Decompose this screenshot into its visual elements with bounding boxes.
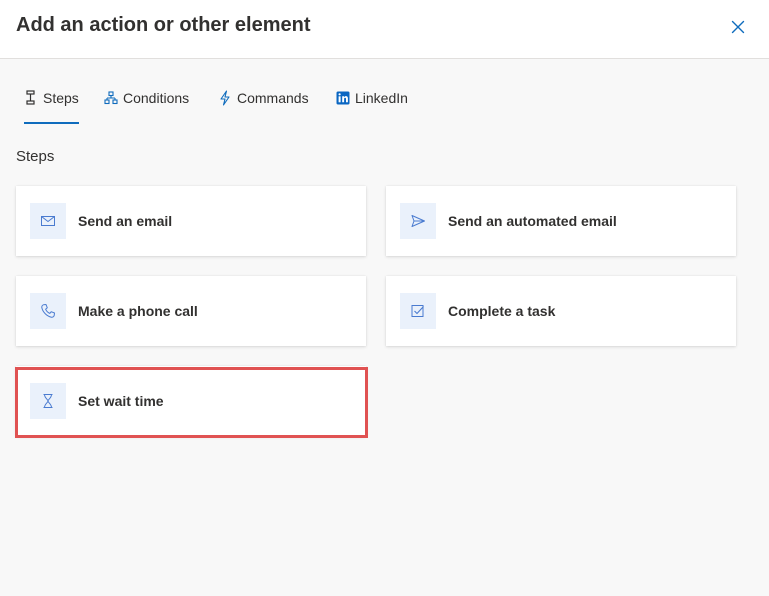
task-checkbox-icon [400,293,436,329]
hourglass-icon [30,383,66,419]
dialog-title: Add an action or other element [16,14,311,36]
tab-steps-label: Steps [43,90,79,106]
card-send-email[interactable]: Send an email [16,186,366,256]
tab-bar: Steps Conditions Commands LinkedIn [0,82,769,126]
tab-conditions[interactable]: Conditions [104,82,189,124]
card-send-email-label: Send an email [78,213,173,229]
tab-steps[interactable]: Steps [24,82,79,124]
card-complete-task[interactable]: Complete a task [386,276,736,346]
card-send-automated-email-label: Send an automated email [448,213,617,229]
steps-icon [24,90,38,106]
add-element-dialog: Add an action or other element Steps Con… [0,0,769,596]
card-send-automated-email[interactable]: Send an automated email [386,186,736,256]
tab-linkedin[interactable]: LinkedIn [336,82,408,124]
card-phone-call-label: Make a phone call [78,303,198,319]
card-set-wait-time[interactable]: Set wait time [16,366,366,436]
mail-icon [30,203,66,239]
linkedin-icon [336,90,350,106]
card-set-wait-time-label: Set wait time [78,393,164,409]
tab-linkedin-label: LinkedIn [355,90,408,106]
tab-commands[interactable]: Commands [218,82,309,124]
close-icon [731,20,745,34]
tab-conditions-label: Conditions [123,90,190,106]
lightning-icon [218,90,232,106]
phone-icon [30,293,66,329]
conditions-icon [104,90,118,106]
active-tab-indicator [24,122,79,124]
dialog-header: Add an action or other element [0,0,769,59]
card-phone-call[interactable]: Make a phone call [16,276,366,346]
send-icon [400,203,436,239]
section-title: Steps [16,148,55,165]
tab-commands-label: Commands [237,90,309,106]
close-button[interactable] [726,15,750,39]
card-complete-task-label: Complete a task [448,303,556,319]
